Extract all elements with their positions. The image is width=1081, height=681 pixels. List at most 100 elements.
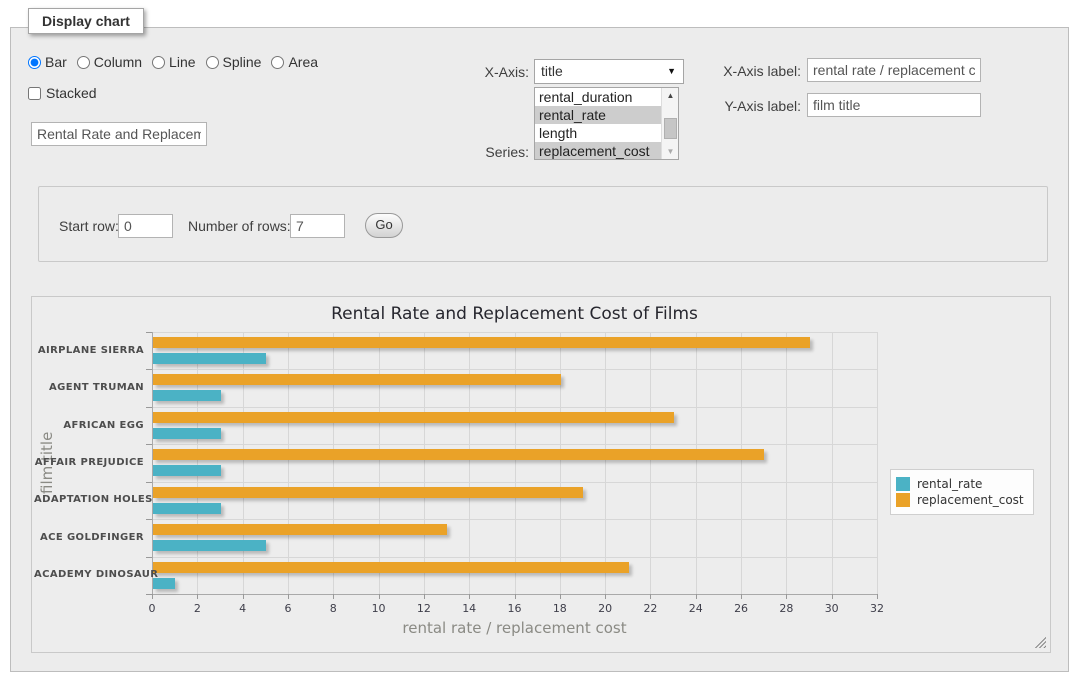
y-tick xyxy=(146,557,152,558)
gridline xyxy=(243,332,244,594)
series-option-length[interactable]: length xyxy=(535,124,661,142)
resize-grip-icon[interactable] xyxy=(1034,636,1046,648)
chart-title-input[interactable] xyxy=(31,122,207,146)
stacked-checkbox[interactable] xyxy=(28,87,41,100)
chart-type-radio-line[interactable] xyxy=(152,56,165,69)
go-button[interactable]: Go xyxy=(365,213,403,238)
series-options: rental_durationrental_ratelengthreplacem… xyxy=(535,88,661,159)
row-params-box: Start row: Number of rows: Go xyxy=(38,186,1048,262)
x-axis-select[interactable]: title ▼ xyxy=(534,59,684,84)
series-option-rental_duration[interactable]: rental_duration xyxy=(535,88,661,106)
gridline xyxy=(197,332,198,594)
x-tick-label: 12 xyxy=(404,602,444,615)
gridline xyxy=(288,332,289,594)
y-axis-label-label: Y-Axis label: xyxy=(701,98,801,114)
scroll-down-icon[interactable]: ▼ xyxy=(662,144,679,159)
gridline xyxy=(696,332,697,594)
chart-type-radio-column[interactable] xyxy=(77,56,90,69)
gridline xyxy=(152,369,877,370)
num-rows-label: Number of rows: xyxy=(188,218,291,234)
x-tick xyxy=(786,594,787,599)
x-tick-label: 24 xyxy=(676,602,716,615)
gridline xyxy=(515,332,516,594)
start-row-input[interactable] xyxy=(118,214,173,238)
x-tick xyxy=(333,594,334,599)
x-axis-select-label: X-Axis: xyxy=(441,64,529,80)
x-tick xyxy=(560,594,561,599)
bar-rental_rate xyxy=(153,465,221,476)
legend-row-replacement_cost: replacement_cost xyxy=(896,493,1024,507)
num-rows-input[interactable] xyxy=(290,214,345,238)
bar-replacement_cost xyxy=(153,374,561,385)
chart-type-label-spline: Spline xyxy=(223,54,262,70)
legend-row-rental_rate: rental_rate xyxy=(896,477,1024,491)
chart-x-axis-title: rental rate / replacement cost xyxy=(152,619,877,637)
bar-replacement_cost xyxy=(153,487,583,498)
x-tick-label: 2 xyxy=(177,602,217,615)
x-tick xyxy=(469,594,470,599)
category-label: ACE GOLDFINGER xyxy=(34,532,144,543)
bar-rental_rate xyxy=(153,503,221,514)
chart-type-radio-spline[interactable] xyxy=(206,56,219,69)
gridline xyxy=(786,332,787,594)
gridline xyxy=(832,332,833,594)
category-label: ADAPTATION HOLES xyxy=(34,494,144,505)
x-axis-selected-value: title xyxy=(541,63,563,79)
x-tick-label: 6 xyxy=(268,602,308,615)
scroll-up-icon[interactable]: ▲ xyxy=(662,88,679,103)
x-axis-label-input[interactable] xyxy=(807,58,981,82)
x-tick xyxy=(832,594,833,599)
chart-type-radio-area[interactable] xyxy=(271,56,284,69)
fieldset-legend: Display chart xyxy=(28,8,144,34)
x-tick xyxy=(152,594,153,599)
x-tick-label: 0 xyxy=(132,602,172,615)
chart-type-label-line: Line xyxy=(169,54,195,70)
y-tick xyxy=(146,369,152,370)
x-tick xyxy=(605,594,606,599)
y-tick xyxy=(146,482,152,483)
chart-type-radio-bar[interactable] xyxy=(28,56,41,69)
gridline xyxy=(152,519,877,520)
scrollbar-thumb[interactable] xyxy=(664,118,677,139)
series-option-rental_rate[interactable]: rental_rate xyxy=(535,106,661,124)
legend-swatch-rental_rate xyxy=(896,477,910,491)
x-axis-label-label: X-Axis label: xyxy=(701,63,801,79)
y-tick xyxy=(146,519,152,520)
x-tick-label: 16 xyxy=(495,602,535,615)
legend-swatch-replacement_cost xyxy=(896,493,910,507)
bar-replacement_cost xyxy=(153,449,764,460)
y-tick xyxy=(146,407,152,408)
gridline xyxy=(741,332,742,594)
gridline xyxy=(560,332,561,594)
gridline xyxy=(877,332,878,594)
gridline xyxy=(152,407,877,408)
bar-rental_rate xyxy=(153,540,266,551)
y-axis-label-input[interactable] xyxy=(807,93,981,117)
x-tick-label: 32 xyxy=(857,602,897,615)
stacked-label: Stacked xyxy=(46,85,97,101)
category-label: AIRPLANE SIERRA xyxy=(34,345,144,356)
series-listbox[interactable]: rental_durationrental_ratelengthreplacem… xyxy=(534,87,679,160)
display-chart-panel: BarColumnLineSplineArea Stacked X-Axis: … xyxy=(10,27,1069,672)
x-tick-label: 28 xyxy=(766,602,806,615)
series-scrollbar[interactable]: ▲ ▼ xyxy=(661,88,678,159)
y-axis-line xyxy=(152,332,153,594)
x-tick-label: 8 xyxy=(313,602,353,615)
caret-down-icon: ▼ xyxy=(667,60,676,83)
x-tick xyxy=(197,594,198,599)
series-option-replacement_cost[interactable]: replacement_cost xyxy=(535,142,661,160)
x-tick-label: 4 xyxy=(223,602,263,615)
chart-title: Rental Rate and Replacement Cost of Film… xyxy=(152,304,877,324)
chart-container: Rental Rate and Replacement Cost of Film… xyxy=(31,296,1051,653)
gridline xyxy=(152,482,877,483)
x-tick-label: 26 xyxy=(721,602,761,615)
gridline xyxy=(650,332,651,594)
chart-type-radio-group: BarColumnLineSplineArea xyxy=(28,54,328,70)
gridline xyxy=(424,332,425,594)
x-tick-label: 18 xyxy=(540,602,580,615)
y-tick xyxy=(146,444,152,445)
bar-replacement_cost xyxy=(153,562,629,573)
chart-type-label-bar: Bar xyxy=(45,54,67,70)
x-tick-label: 22 xyxy=(630,602,670,615)
category-label: ACADEMY DINOSAUR xyxy=(34,569,144,580)
